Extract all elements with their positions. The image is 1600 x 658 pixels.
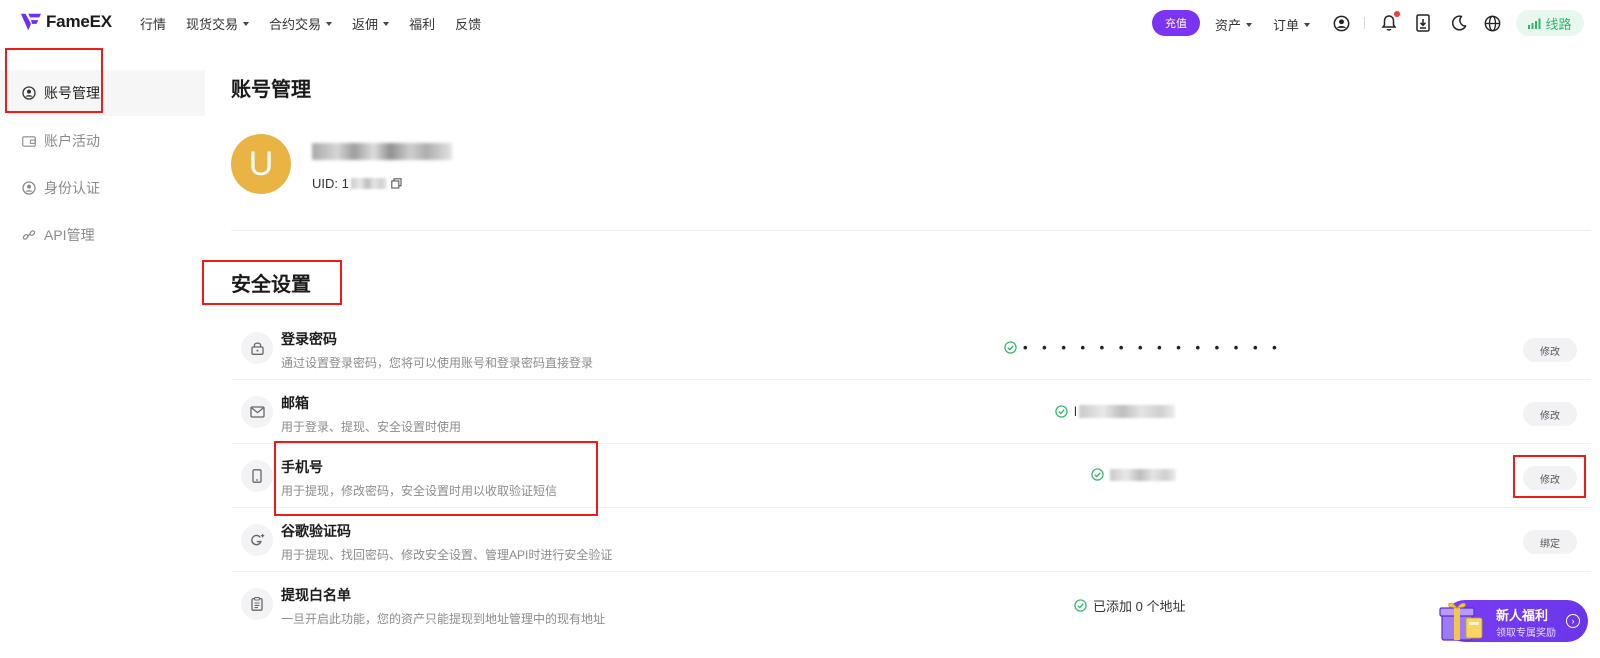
route-button[interactable]: 线路	[1516, 10, 1584, 36]
row-description: 用于提现、找回密码、修改安全设置、管理API时进行安全验证	[281, 548, 613, 562]
row-description: 通过设置登录密码，您将可以使用账号和登录密码直接登录	[281, 356, 594, 370]
highlight-box	[274, 441, 598, 516]
nav-item-feedback[interactable]: 反馈	[455, 14, 481, 33]
row-status	[1091, 468, 1176, 481]
row-title: 谷歌验证码	[281, 523, 351, 539]
sidebar-item-label: 身份认证	[44, 180, 100, 196]
redacted-phone	[1110, 468, 1176, 481]
check-circle-icon	[1074, 599, 1087, 612]
nav-label: 行情	[140, 17, 167, 32]
assets-label: 资产	[1215, 18, 1242, 33]
nav-divider	[1364, 17, 1365, 29]
check-circle-icon	[1004, 341, 1017, 354]
main-menu: 行情 现货交易 合约交易 返佣 福利 反馈	[140, 14, 501, 33]
sidebar-item-label: API管理	[44, 227, 95, 243]
sidebar-item-api[interactable]: API管理	[0, 212, 205, 258]
row-description: 一旦开启此功能，您的资产只能提现到地址管理中的现有地址	[281, 612, 606, 626]
caret-down-icon	[1304, 22, 1311, 27]
id-icon	[22, 181, 36, 195]
nav-label: 返佣	[352, 17, 379, 32]
uid-line: UID: 1	[312, 176, 402, 191]
redacted-email	[1078, 405, 1175, 418]
row-status: l	[1055, 404, 1175, 419]
section-divider	[231, 230, 1591, 231]
mail-icon	[241, 396, 273, 428]
nav-item-rebate[interactable]: 返佣	[352, 14, 390, 33]
gift-icon	[1439, 602, 1483, 641]
security-row-whitelist: 提现白名单 一旦开启此功能，您的资产只能提现到地址管理中的现有地址 已添加 0 …	[231, 572, 1591, 636]
notification-dot	[1394, 11, 1400, 17]
brand-name: FameEX	[46, 12, 112, 31]
masked-password: • • • • • • • • • • • • • •	[1023, 340, 1283, 355]
sidebar-item-label: 账户活动	[44, 133, 100, 149]
orders-menu[interactable]: 订单	[1273, 15, 1311, 34]
link-icon	[22, 228, 36, 242]
row-description: 用于登录、提现、安全设置时使用	[281, 420, 462, 434]
caret-down-icon	[383, 21, 390, 26]
check-circle-icon	[1091, 468, 1104, 481]
highlight-box	[5, 48, 103, 113]
highlight-box	[1513, 455, 1586, 498]
wallet-icon	[22, 134, 36, 148]
security-row-google-auth: 谷歌验证码 用于提现、找回密码、修改安全设置、管理API时进行安全验证 绑定	[231, 508, 1591, 572]
avatar: U	[231, 134, 291, 194]
nav-label: 福利	[409, 17, 436, 32]
phone-icon	[241, 460, 273, 492]
nav-item-futures[interactable]: 合约交易	[269, 14, 333, 33]
signal-icon	[1528, 18, 1541, 29]
caret-down-icon	[1246, 22, 1253, 27]
moon-icon[interactable]	[1450, 14, 1468, 32]
modify-email-button[interactable]: 修改	[1523, 402, 1577, 426]
orders-label: 订单	[1273, 18, 1300, 33]
download-icon[interactable]	[1415, 13, 1431, 33]
uid-label: UID: 1	[312, 176, 349, 191]
fameex-logo-icon	[20, 13, 42, 31]
security-row-password: 登录密码 通过设置登录密码，您将可以使用账号和登录密码直接登录 • • • • …	[231, 316, 1591, 380]
redacted-uid	[350, 178, 387, 189]
route-label: 线路	[1545, 16, 1572, 32]
whitelist-count: 已添加 0 个地址	[1093, 599, 1186, 614]
nav-item-market[interactable]: 行情	[140, 14, 166, 33]
caret-down-icon	[243, 21, 250, 26]
sidebar-item-identity[interactable]: 身份认证	[0, 165, 205, 211]
email-value: l	[1074, 404, 1077, 419]
lock-icon	[241, 332, 273, 364]
security-row-email: 邮箱 用于登录、提现、安全设置时使用 l 修改	[231, 380, 1591, 444]
row-status: • • • • • • • • • • • • • •	[1004, 340, 1282, 355]
promo-subtitle: 领取专属奖励	[1496, 628, 1556, 639]
check-circle-icon	[1055, 405, 1068, 418]
row-title: 登录密码	[281, 331, 337, 347]
nav-item-spot[interactable]: 现货交易	[186, 14, 250, 33]
copy-icon[interactable]	[391, 178, 402, 189]
chevron-right-icon: ›	[1566, 614, 1580, 628]
highlight-box	[202, 260, 342, 305]
row-title: 提现白名单	[281, 587, 351, 603]
nav-label: 反馈	[455, 17, 482, 32]
nav-label: 合约交易	[269, 17, 322, 32]
sidebar-item-activity[interactable]: 账户活动	[0, 118, 205, 164]
modify-password-button[interactable]: 修改	[1523, 338, 1577, 362]
promo-title: 新人福利	[1496, 608, 1549, 623]
nav-label: 现货交易	[186, 17, 239, 32]
row-title: 邮箱	[281, 395, 309, 411]
bell-icon[interactable]	[1380, 11, 1400, 33]
user-icon[interactable]	[1332, 14, 1350, 32]
assets-menu[interactable]: 资产	[1215, 15, 1253, 34]
google-icon	[241, 524, 273, 556]
page-title: 账号管理	[231, 79, 311, 101]
globe-icon[interactable]	[1483, 14, 1501, 32]
clipboard-icon	[241, 588, 273, 620]
redacted-username	[312, 143, 452, 160]
brand-logo[interactable]: FameEX	[20, 11, 112, 33]
deposit-button[interactable]: 充值	[1152, 10, 1200, 36]
caret-down-icon	[326, 21, 333, 26]
bind-google-auth-button[interactable]: 绑定	[1523, 530, 1577, 554]
row-status: 已添加 0 个地址	[1074, 596, 1185, 615]
top-navigation: FameEX 行情 现货交易 合约交易 返佣 福利 反馈 充值 资产 订单 线路	[0, 0, 1600, 46]
nav-item-welfare[interactable]: 福利	[409, 14, 435, 33]
